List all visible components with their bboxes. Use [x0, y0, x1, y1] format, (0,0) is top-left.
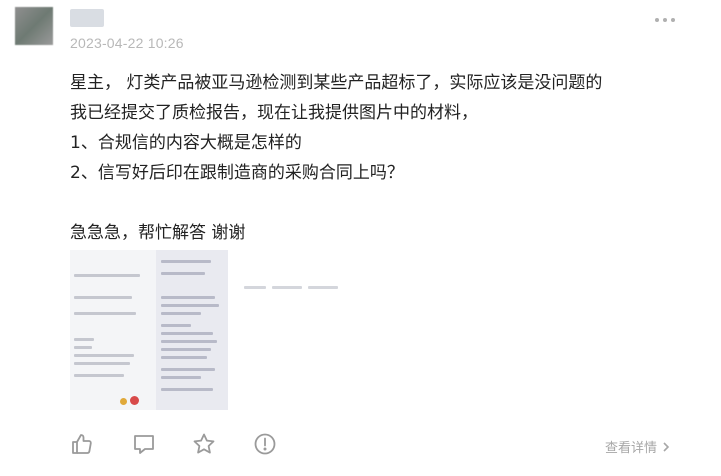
avatar[interactable]	[15, 7, 53, 45]
post-paragraph: 急急急，帮忙解答 谢谢	[70, 223, 246, 243]
like-button[interactable]	[70, 432, 94, 456]
comment-button[interactable]	[132, 432, 156, 456]
alert-icon	[254, 433, 276, 455]
post-paragraph: 1、合规信的内容大概是怎样的	[70, 133, 302, 153]
thumbs-up-icon	[72, 434, 92, 454]
view-details-label: 查看详情	[605, 441, 658, 456]
favorite-button[interactable]	[192, 432, 216, 456]
document-page-left	[70, 250, 156, 410]
seal-icon	[130, 396, 139, 405]
comment-icon	[134, 435, 154, 454]
document-page-right	[156, 250, 228, 410]
more-dots-icon	[655, 18, 675, 22]
star-icon	[193, 433, 215, 454]
attached-image[interactable]	[70, 250, 228, 410]
report-button[interactable]	[253, 432, 277, 456]
post-content: 星主， 灯类产品被亚马逊检测到某些产品超标了，实际应该是没问题的 我已经提交了质…	[70, 68, 670, 248]
chevron-right-icon	[663, 442, 670, 452]
post-paragraph: 2、信写好后印在跟制造商的采购合同上吗？	[70, 163, 404, 183]
post-timestamp: 2023-04-22 10:26	[70, 35, 184, 51]
post-paragraph: 星主， 灯类产品被亚马逊检测到某些产品超标了，实际应该是没问题的	[70, 73, 603, 93]
view-details-link[interactable]: 查看详情	[605, 437, 671, 456]
image-overflow-caption	[244, 283, 344, 293]
post-paragraph-blank	[70, 188, 670, 218]
seal-icon	[120, 398, 127, 405]
username[interactable]	[70, 9, 104, 27]
more-options-button[interactable]	[652, 13, 678, 27]
post-paragraph: 我已经提交了质检报告，现在让我提供图片中的材料，	[70, 103, 478, 123]
